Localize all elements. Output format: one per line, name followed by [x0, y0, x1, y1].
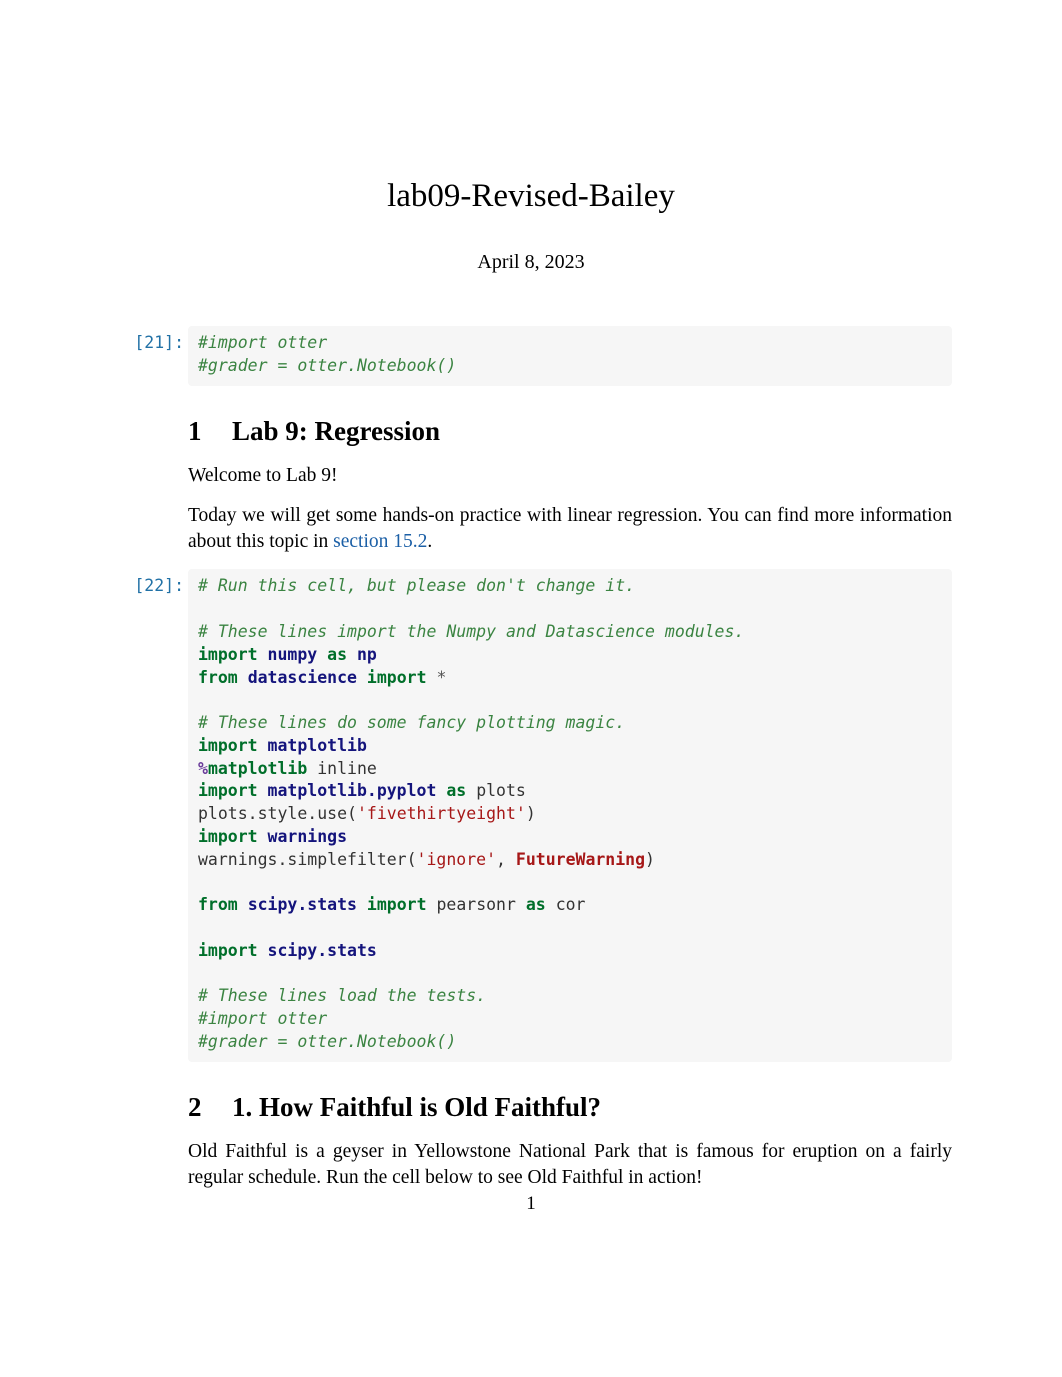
- section-heading-1: 1Lab 9: Regression: [188, 416, 952, 447]
- paragraph-text: .: [427, 531, 432, 552]
- module-alias: np: [357, 645, 377, 664]
- code-text: plots.style.use(: [198, 804, 357, 823]
- alias: cor: [556, 895, 586, 914]
- comment-text: #import otter: [198, 333, 327, 352]
- module-name: warnings: [268, 827, 347, 846]
- section-title: Lab 9: Regression: [232, 416, 440, 446]
- magic-percent: %: [198, 759, 208, 778]
- comment-text: #import otter: [198, 1009, 327, 1028]
- doc-date: April 8, 2023: [110, 251, 952, 274]
- module-name: matplotlib: [268, 736, 367, 755]
- function-name: pearsonr: [436, 895, 515, 914]
- comment-text: # These lines import the Numpy and Datas…: [198, 622, 744, 641]
- paragraph: Welcome to Lab 9!: [188, 463, 952, 489]
- punctuation: ): [526, 804, 536, 823]
- paragraph: Old Faithful is a geyser in Yellowstone …: [188, 1139, 952, 1192]
- keyword-import: import: [198, 827, 258, 846]
- keyword-import: import: [198, 736, 258, 755]
- magic-arg: inline: [317, 759, 377, 778]
- paragraph-text: Today we will get some hands-on practice…: [188, 505, 952, 552]
- comment-text: #grader = otter.Notebook(): [198, 356, 456, 375]
- punctuation: ): [645, 850, 655, 869]
- code-block: # Run this cell, but please don't change…: [188, 569, 952, 1061]
- wildcard-import: *: [436, 668, 446, 687]
- magic-name: matplotlib: [208, 759, 307, 778]
- punctuation: ,: [496, 850, 516, 869]
- keyword-as: as: [446, 781, 466, 800]
- string-literal: 'fivethirtyeight': [357, 804, 526, 823]
- code-cell-22: [22]: # Run this cell, but please don't …: [110, 569, 952, 1061]
- module-alias: plots: [476, 781, 526, 800]
- keyword-import: import: [198, 645, 258, 664]
- section-number: 2: [188, 1092, 232, 1123]
- module-name: numpy: [268, 645, 318, 664]
- code-text: warnings.simplefilter(: [198, 850, 417, 869]
- keyword-as: as: [526, 895, 546, 914]
- keyword-import: import: [367, 895, 427, 914]
- section-heading-2: 21. How Faithful is Old Faithful?: [188, 1092, 952, 1123]
- string-literal: 'ignore': [417, 850, 496, 869]
- section-title: 1. How Faithful is Old Faithful?: [232, 1092, 601, 1122]
- doc-title: lab09-Revised-Bailey: [110, 178, 952, 215]
- keyword-import: import: [198, 941, 258, 960]
- keyword-from: from: [198, 668, 238, 687]
- comment-text: # Run this cell, but please don't change…: [198, 576, 635, 595]
- code-block: #import otter #grader = otter.Notebook(): [188, 326, 952, 386]
- module-name: matplotlib.pyplot: [268, 781, 437, 800]
- cell-prompt: [22]:: [110, 569, 188, 598]
- module-name: scipy.stats: [248, 895, 357, 914]
- paragraph: Today we will get some hands-on practice…: [188, 503, 952, 556]
- keyword-from: from: [198, 895, 238, 914]
- page-number: 1: [0, 1193, 1062, 1215]
- module-name: scipy.stats: [268, 941, 377, 960]
- keyword-as: as: [327, 645, 347, 664]
- cell-prompt: [21]:: [110, 326, 188, 355]
- textbook-section-link[interactable]: section 15.2: [333, 531, 427, 552]
- keyword-import: import: [367, 668, 427, 687]
- exception-name: FutureWarning: [516, 850, 645, 869]
- section-number: 1: [188, 416, 232, 447]
- keyword-import: import: [198, 781, 258, 800]
- comment-text: #grader = otter.Notebook(): [198, 1032, 456, 1051]
- module-name: datascience: [248, 668, 357, 687]
- comment-text: # These lines load the tests.: [198, 986, 486, 1005]
- comment-text: # These lines do some fancy plotting mag…: [198, 713, 625, 732]
- code-cell-21: [21]: #import otter #grader = otter.Note…: [110, 326, 952, 386]
